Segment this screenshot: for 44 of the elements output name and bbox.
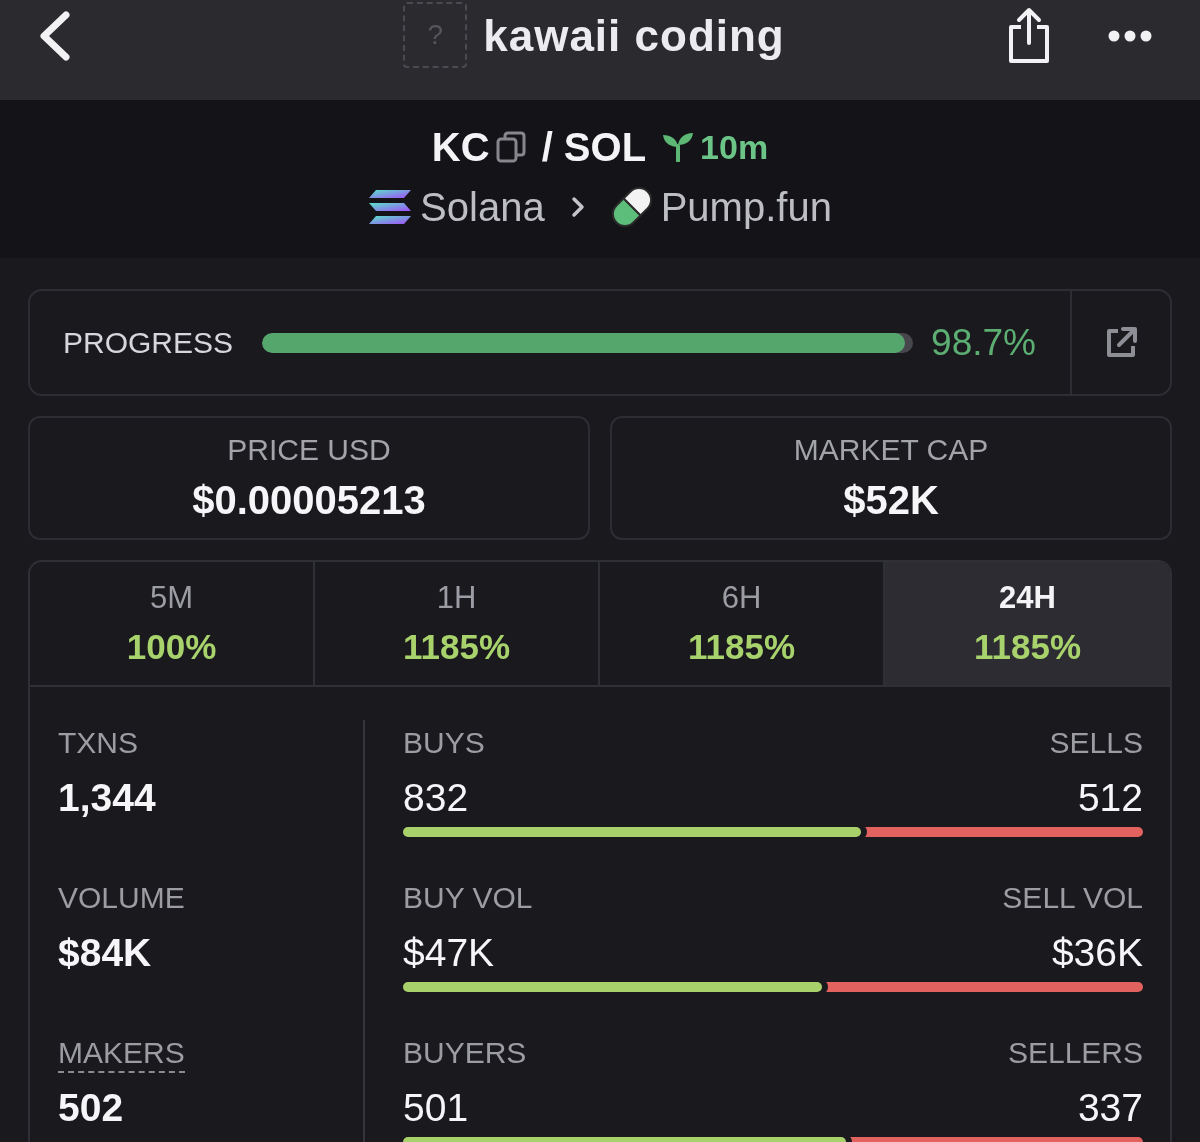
sell-label: SELL VOL	[1002, 880, 1143, 916]
copy-icon[interactable]	[495, 131, 526, 163]
question-mark: ?	[427, 19, 443, 51]
sell-value: 337	[1077, 1086, 1143, 1130]
sprout-icon	[662, 132, 695, 162]
more-icon	[1108, 30, 1152, 42]
progress-label: PROGRESS	[63, 325, 234, 360]
sell-value: $36K	[1051, 931, 1143, 975]
solana-logo-icon	[368, 189, 413, 225]
pair-age: 10m	[700, 127, 769, 167]
metric-label[interactable]: MAKERS	[58, 1035, 185, 1073]
share-button[interactable]	[1006, 7, 1052, 65]
stat-label: MARKET CAP	[793, 432, 989, 468]
sell-label: SELLERS	[1007, 1035, 1143, 1071]
chain-name[interactable]: Solana	[420, 184, 545, 230]
buy-label: BUYS	[403, 725, 485, 761]
stat-value: $52K	[843, 477, 939, 523]
stat-label: PRICE USD	[227, 432, 391, 468]
metric-value: 1,344	[58, 776, 156, 820]
metric-label: TXNS	[58, 725, 138, 761]
stat-value: $0.00005213	[192, 477, 426, 523]
more-button[interactable]	[1108, 30, 1152, 42]
base-symbol: KC	[431, 124, 490, 170]
timeframe-tab[interactable]: 24H 1185%	[885, 562, 1170, 685]
dex-name[interactable]: Pump.fun	[660, 184, 832, 230]
quote-symbol: / SOL	[541, 124, 647, 170]
sell-value: 512	[1077, 776, 1143, 820]
metric-label: VOLUME	[58, 880, 185, 916]
metric-value: $84K	[58, 931, 152, 975]
buy-value: $47K	[403, 931, 495, 975]
progress-percent: 98.7%	[931, 321, 1036, 364]
buy-label: BUY VOL	[403, 880, 533, 916]
share-icon	[1006, 7, 1052, 65]
external-link-icon	[1104, 325, 1138, 360]
pill-icon	[610, 186, 653, 228]
metric-value: 502	[58, 1086, 124, 1130]
chevron-right-icon	[570, 196, 585, 218]
buy-label: BUYERS	[403, 1035, 527, 1071]
timeframe-tab[interactable]: 5M 100%	[30, 562, 315, 685]
page-title: kawaii coding	[483, 11, 785, 61]
buy-value: 501	[403, 1086, 469, 1130]
timeframe-tab[interactable]: 1H 1185%	[315, 562, 600, 685]
sell-label: SELLS	[1049, 725, 1143, 761]
buy-value: 832	[403, 776, 469, 820]
